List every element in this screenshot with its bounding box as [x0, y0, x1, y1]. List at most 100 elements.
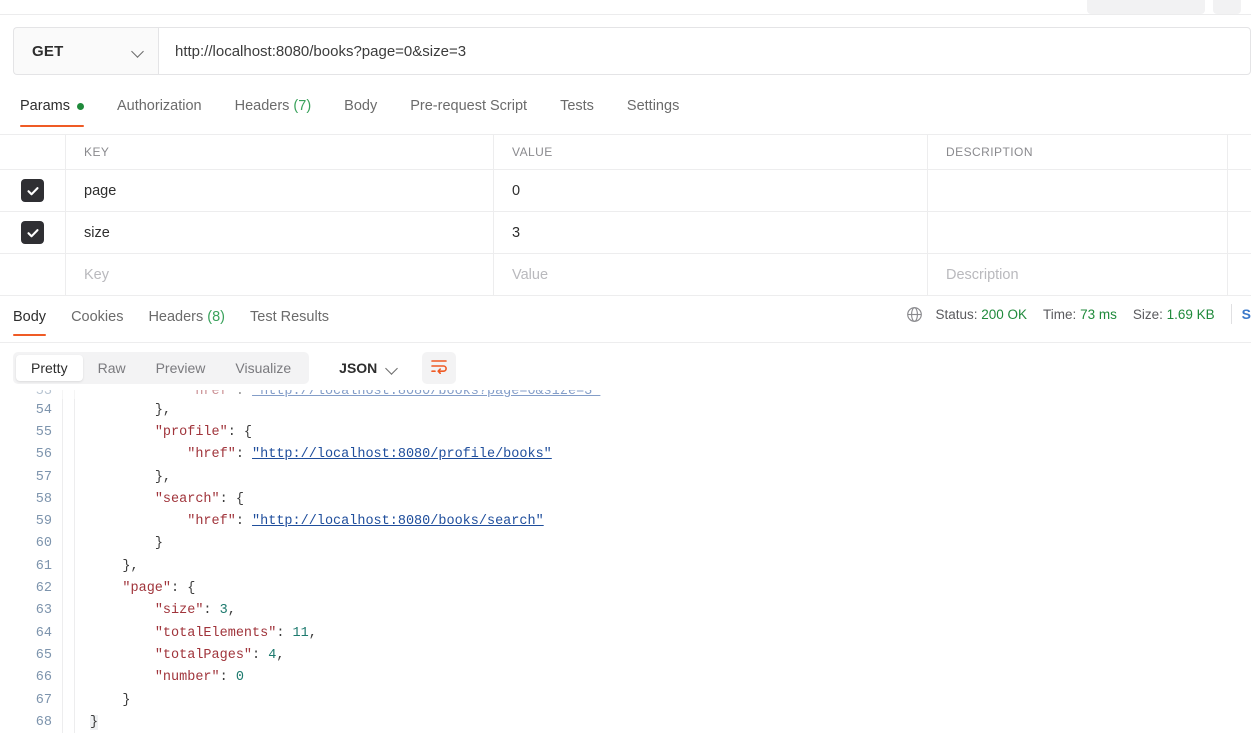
param-key[interactable]: page: [66, 170, 494, 211]
code-gutter-fold[interactable]: [62, 399, 74, 422]
placeholder-checkbox-cell: [0, 254, 66, 295]
tab-params[interactable]: Params: [20, 86, 84, 127]
line-number: 53: [35, 390, 52, 399]
tab-body-label: Body: [344, 98, 378, 114]
code-gutter-fold[interactable]: [62, 532, 74, 556]
toolbar-divider: [0, 14, 1251, 15]
url-input[interactable]: http://localhost:8080/books?page=0&size=…: [158, 27, 1251, 75]
code-gutter-fold[interactable]: [62, 577, 74, 600]
tab-pre-request-script-label: Pre-request Script: [410, 98, 528, 114]
status-badge[interactable]: Status: 200 OK: [935, 307, 1027, 322]
word-wrap-button[interactable]: [422, 352, 457, 384]
code-gutter-fold[interactable]: [62, 621, 74, 645]
code-gutter-fold[interactable]: [62, 599, 74, 622]
time-badge[interactable]: Time: 73 ms: [1043, 307, 1117, 322]
code-gutter-fold[interactable]: [62, 688, 74, 712]
table-row-placeholder[interactable]: Key Value Description: [0, 254, 1251, 296]
param-key-placeholder[interactable]: Key: [66, 254, 494, 295]
url-text: http://localhost:8080/books?page=0&size=…: [175, 42, 467, 60]
response-meta: Status: 200 OK Time: 73 ms Size: 1.69 KB…: [906, 304, 1251, 324]
header-checkbox-cell: [0, 135, 66, 169]
column-header-value: VALUE: [494, 135, 928, 169]
time-value: 73 ms: [1080, 306, 1117, 322]
code-gutter-fold[interactable]: [62, 465, 74, 489]
row-checkbox-cell[interactable]: [0, 212, 66, 253]
checkbox-checked-icon[interactable]: [21, 221, 44, 244]
code-gutter-fold[interactable]: [62, 488, 74, 511]
code-gutter-fold[interactable]: [62, 390, 74, 399]
line-number: 63: [35, 603, 52, 619]
top-toolbar-strip: [0, 0, 1251, 22]
tab-pre-request-script[interactable]: Pre-request Script: [410, 86, 527, 126]
response-view-segmented-control: Pretty Raw Preview Visualize: [13, 352, 310, 384]
tab-body[interactable]: Body: [344, 86, 377, 126]
tab-headers-count: (7): [293, 98, 312, 114]
response-language-label: JSON: [339, 360, 378, 376]
code-gutter-divider: [74, 399, 86, 422]
param-value[interactable]: 3: [494, 212, 928, 253]
code-gutter-fold[interactable]: [62, 510, 74, 533]
view-visualize-label: Visualize: [235, 360, 292, 376]
line-number: 65: [35, 647, 52, 663]
globe-icon[interactable]: [906, 306, 923, 323]
code-gutter-divider: [74, 510, 86, 533]
view-raw-button[interactable]: Raw: [83, 355, 141, 381]
code-line: 56 "href": "http://localhost:8080/profil…: [0, 443, 1251, 466]
row-checkbox-cell[interactable]: [0, 170, 66, 211]
params-table-header: KEY VALUE DESCRIPTION: [0, 135, 1251, 170]
table-row[interactable]: page 0: [0, 170, 1251, 212]
code-gutter-divider: [74, 666, 86, 689]
code-gutter-fold[interactable]: [62, 443, 74, 466]
response-tab-cookies[interactable]: Cookies: [71, 298, 123, 335]
word-wrap-icon: [430, 358, 449, 379]
view-preview-button[interactable]: Preview: [141, 355, 221, 381]
param-description-placeholder[interactable]: Description: [928, 254, 1228, 295]
size-value: 1.69 KB: [1166, 306, 1215, 322]
tab-authorization[interactable]: Authorization: [117, 86, 202, 126]
request-tabs: Params Authorization Headers (7) Body Pr…: [0, 86, 1251, 135]
size-label: Size:: [1132, 306, 1163, 322]
tab-tests-label: Tests: [560, 98, 594, 114]
response-tab-test-results[interactable]: Test Results: [250, 298, 329, 335]
line-number: 54: [35, 402, 52, 418]
code-text: "page": {: [122, 581, 196, 597]
param-description[interactable]: [928, 212, 1228, 253]
size-badge[interactable]: Size: 1.69 KB: [1133, 307, 1215, 322]
tab-settings[interactable]: Settings: [627, 86, 679, 126]
response-tab-body[interactable]: Body: [13, 298, 47, 336]
params-table: KEY VALUE DESCRIPTION page 0 size 3 Key …: [0, 135, 1251, 296]
checkbox-checked-icon[interactable]: [21, 179, 44, 202]
param-value-placeholder[interactable]: Value: [494, 254, 928, 295]
code-gutter-fold[interactable]: [62, 644, 74, 667]
code-text: }: [90, 714, 99, 730]
response-body-json-viewer[interactable]: 53 "href": "http://localhost:8080/books?…: [0, 390, 1251, 754]
code-gutter-divider: [74, 532, 86, 556]
param-description[interactable]: [928, 170, 1228, 211]
view-pretty-button[interactable]: Pretty: [16, 355, 83, 381]
line-number: 61: [35, 558, 52, 574]
param-value[interactable]: 0: [494, 170, 928, 211]
code-gutter-divider: [74, 599, 86, 622]
code-line: 55 "profile": {: [0, 421, 1251, 444]
code-gutter-fold[interactable]: [62, 555, 74, 578]
http-method-selector[interactable]: GET: [13, 27, 158, 75]
column-header-description: DESCRIPTION: [928, 135, 1228, 169]
code-text: "search": {: [154, 491, 244, 507]
tab-headers-label: Headers: [234, 98, 290, 114]
tab-headers[interactable]: Headers (7): [235, 86, 312, 126]
code-gutter-fold[interactable]: [62, 666, 74, 689]
view-visualize-button[interactable]: Visualize: [220, 355, 306, 381]
response-language-selector[interactable]: JSON: [325, 352, 408, 384]
overflow-button-partial[interactable]: [1213, 0, 1241, 14]
save-response-link[interactable]: S: [1242, 306, 1251, 322]
tab-tests[interactable]: Tests: [560, 86, 594, 126]
status-value: 200 OK: [981, 306, 1028, 322]
code-gutter-fold[interactable]: [62, 421, 74, 444]
table-row[interactable]: size 3: [0, 212, 1251, 254]
code-line: 62 "page": {: [0, 577, 1251, 600]
code-gutter-fold[interactable]: [62, 711, 74, 734]
response-tab-headers[interactable]: Headers (8): [148, 298, 225, 335]
param-key[interactable]: size: [66, 212, 494, 253]
save-button-partial[interactable]: [1087, 0, 1205, 14]
code-line: 59 "href": "http://localhost:8080/books/…: [0, 510, 1251, 533]
